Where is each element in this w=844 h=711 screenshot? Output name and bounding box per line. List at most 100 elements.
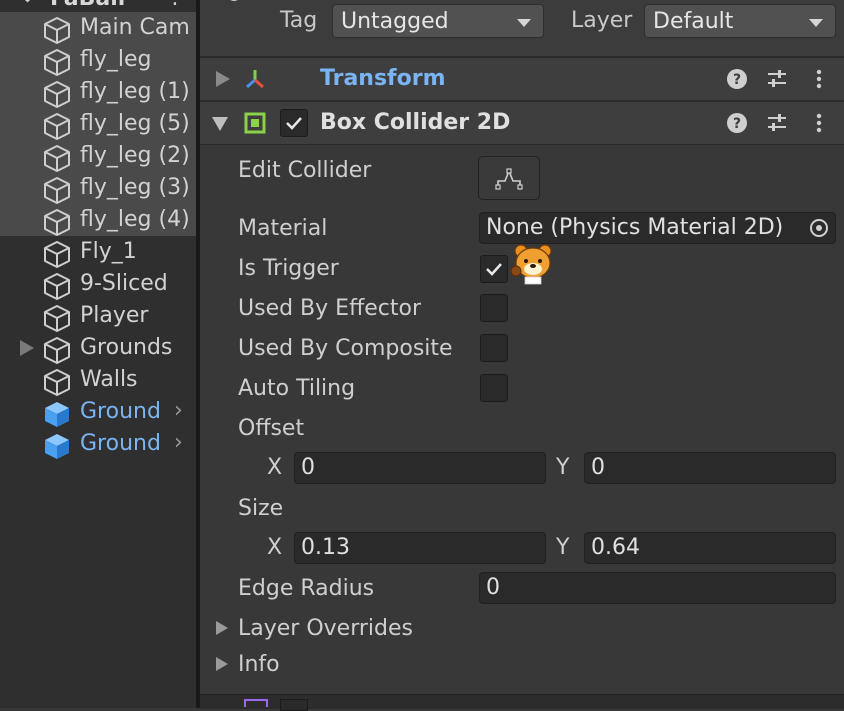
prefab-cube-icon — [45, 434, 69, 459]
size-y-label[interactable]: Y — [556, 532, 569, 564]
gameobject-cube-icon — [44, 17, 70, 44]
material-field[interactable]: None (Physics Material 2D) — [479, 212, 836, 244]
chevron-right-icon[interactable]: › — [174, 430, 183, 455]
hierarchy-root-label: FaBall — [50, 0, 125, 11]
gameobject-cube-icon — [44, 241, 70, 268]
is-trigger-label: Is Trigger — [238, 256, 339, 281]
used-by-composite-checkbox[interactable] — [480, 334, 508, 362]
offset-y-label[interactable]: Y — [556, 452, 569, 484]
hierarchy-item[interactable]: fly_leg (5) — [0, 108, 196, 140]
info-foldout[interactable]: Info — [214, 649, 514, 681]
hierarchy-panel: ⬇ FaBall ⋮ Main Cam fly_leg fly_leg (1) fly… — [0, 0, 196, 708]
hierarchy-item-label: fly_leg (4) — [80, 207, 190, 232]
hierarchy-item[interactable]: fly_leg (3) — [0, 172, 196, 204]
hierarchy-item[interactable]: Fly_1 — [0, 236, 196, 268]
gameobject-cube-icon — [44, 113, 70, 140]
transform-header[interactable]: Transform ? — [200, 57, 844, 101]
foldout-arrow-icon[interactable] — [216, 657, 228, 671]
layer-value: Default — [653, 9, 734, 34]
gameobject-cube-icon — [44, 337, 70, 364]
size-label: Size — [238, 496, 284, 521]
chevron-right-icon[interactable]: › — [174, 398, 183, 423]
layer-overrides-label: Layer Overrides — [238, 616, 413, 641]
hierarchy-item[interactable]: 9-Sliced — [0, 268, 196, 300]
prefab-cube-icon — [45, 402, 69, 427]
offset-x-value: 0 — [301, 455, 315, 480]
auto-tiling-label: Auto Tiling — [238, 376, 356, 401]
hierarchy-item[interactable]: Main Cam — [0, 12, 196, 44]
chevron-down-icon — [517, 19, 531, 27]
gameobject-cube-icon — [44, 209, 70, 236]
expand-arrow-icon[interactable]: ⬇ — [20, 0, 35, 7]
hierarchy-item[interactable]: fly_leg — [0, 44, 196, 76]
auto-tiling-checkbox[interactable] — [480, 374, 508, 402]
is-trigger-checkbox[interactable] — [480, 255, 508, 283]
hierarchy-item-label: Grounds — [80, 335, 173, 360]
component-icon — [244, 699, 268, 707]
inspector-header: Tag Untagged Layer Default — [200, 0, 844, 58]
edit-collider-button[interactable] — [478, 156, 540, 200]
hierarchy-item-label: fly_leg — [80, 47, 152, 72]
hierarchy-item[interactable]: fly_leg (4) — [0, 204, 196, 236]
hierarchy-item[interactable]: Ground › — [0, 428, 196, 460]
size-x-value: 0.13 — [301, 535, 350, 560]
component-enabled-checkbox[interactable] — [280, 699, 308, 711]
gameobject-icon — [230, 0, 238, 1]
box-collider-header[interactable]: Box Collider 2D ? — [200, 101, 844, 145]
help-icon[interactable]: ? — [726, 112, 748, 134]
size-x-field[interactable]: 0.13 — [294, 532, 546, 564]
presets-icon[interactable] — [766, 68, 788, 90]
box-collider-title: Box Collider 2D — [320, 110, 511, 135]
foldout-arrow-icon[interactable] — [216, 621, 228, 635]
material-value: None (Physics Material 2D) — [486, 215, 784, 240]
offset-x-field[interactable]: 0 — [294, 452, 546, 484]
gameobject-cube-icon — [44, 145, 70, 172]
hierarchy-item-label: Ground — [80, 431, 161, 456]
kebab-menu-icon[interactable] — [808, 68, 830, 90]
foldout-arrow-icon[interactable] — [212, 117, 228, 131]
component-enabled-checkbox[interactable] — [280, 109, 308, 137]
bear-sticker-icon — [510, 244, 552, 285]
size-y-value: 0.64 — [591, 535, 640, 560]
next-component-header[interactable] — [200, 694, 844, 711]
checkmark-icon — [486, 263, 502, 276]
offset-x-label[interactable]: X — [267, 452, 282, 484]
hierarchy-item[interactable]: Ground › — [0, 396, 196, 428]
help-icon[interactable]: ? — [726, 68, 748, 90]
size-x-label[interactable]: X — [267, 532, 282, 564]
hierarchy-item-label: fly_leg (5) — [80, 111, 190, 136]
kebab-menu-icon[interactable]: ⋮ — [164, 0, 186, 9]
tag-label: Tag — [280, 8, 318, 33]
hierarchy-item[interactable]: fly_leg (1) — [0, 76, 196, 108]
edge-radius-value: 0 — [486, 575, 500, 600]
svg-text:?: ? — [733, 72, 741, 88]
gameobject-cube-icon — [44, 49, 70, 76]
edit-collider-icon — [495, 168, 523, 190]
object-picker-icon[interactable] — [809, 218, 829, 238]
hierarchy-item-label: Walls — [80, 367, 138, 392]
size-y-field[interactable]: 0.64 — [584, 532, 836, 564]
tag-dropdown[interactable]: Untagged — [332, 4, 544, 38]
offset-y-field[interactable]: 0 — [584, 452, 836, 484]
foldout-arrow-icon[interactable] — [216, 71, 230, 87]
box-collider-icon — [244, 112, 266, 134]
offset-y-value: 0 — [591, 455, 605, 480]
hierarchy-item-label: fly_leg (2) — [80, 143, 190, 168]
gameobject-cube-icon — [44, 177, 70, 204]
chevron-down-icon — [809, 19, 823, 27]
hierarchy-item[interactable]: Player — [0, 300, 196, 332]
hierarchy-item[interactable]: Grounds — [0, 332, 196, 364]
inspector-panel: Tag Untagged Layer Default Transform ? B… — [200, 0, 844, 711]
offset-label: Offset — [238, 416, 305, 441]
hierarchy-item-label: Player — [80, 303, 149, 328]
hierarchy-item[interactable]: fly_leg (2) — [0, 140, 196, 172]
kebab-menu-icon[interactable] — [808, 112, 830, 134]
presets-icon[interactable] — [766, 112, 788, 134]
foldout-arrow-icon[interactable] — [20, 340, 34, 356]
used-by-effector-checkbox[interactable] — [480, 294, 508, 322]
edge-radius-field[interactable]: 0 — [479, 572, 836, 604]
hierarchy-item[interactable]: Walls — [0, 364, 196, 396]
layer-overrides-foldout[interactable]: Layer Overrides — [214, 613, 514, 645]
layer-dropdown[interactable]: Default — [644, 4, 836, 38]
hierarchy-item-label: Ground — [80, 399, 161, 424]
